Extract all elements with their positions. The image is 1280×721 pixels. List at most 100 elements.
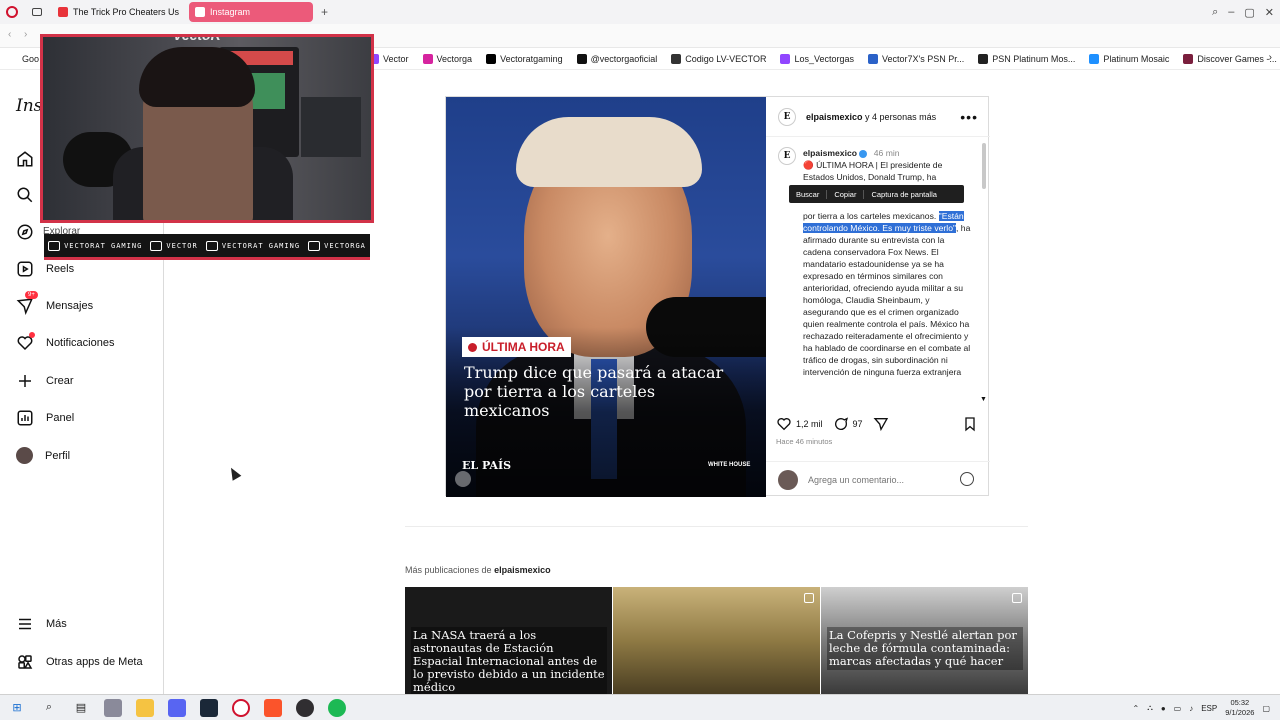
instagram-logo[interactable]: Ins xyxy=(16,96,42,116)
comment-input[interactable] xyxy=(808,474,938,485)
bookmark-item[interactable]: Los_Vectorgas xyxy=(780,53,854,64)
windows-taskbar: ⊞ ⌕ ▤ ⌃ ⛬ ● ▭ ♪ ESP 05:32 9/1/2026 ▢ xyxy=(0,694,1280,720)
caption-text-rest: , ha afirmado durante su entrevista con … xyxy=(803,223,971,377)
new-tab-icon[interactable]: + xyxy=(321,5,328,19)
context-copy[interactable]: Copiar xyxy=(827,189,865,199)
account-avatar[interactable]: E xyxy=(778,107,796,126)
file-explorer-icon[interactable] xyxy=(136,698,154,717)
carousel-icon xyxy=(804,593,814,603)
sidebar-item-mas[interactable]: Más xyxy=(16,615,67,633)
post-caption: E elpaismexico 46 min 🔴 ÚLTIMA HORA | El… xyxy=(766,143,982,405)
network-icon[interactable]: ⛬ xyxy=(1147,703,1153,713)
instagram-icon xyxy=(422,53,433,64)
sidebar-item-reels[interactable]: Reels xyxy=(16,260,74,278)
social-youtube: VECTORAT GAMING xyxy=(48,240,142,251)
verified-icon xyxy=(859,149,868,158)
post-image[interactable]: ÚLTIMA HORA Trump dice que pasará a atac… xyxy=(446,97,766,497)
bookmark-item[interactable]: Vectoratgaming xyxy=(486,53,563,64)
bookmark-partial[interactable]: Goo xyxy=(22,54,39,64)
tab-youtube[interactable]: The Trick Pro Cheaters Us xyxy=(52,2,185,22)
reels-icon xyxy=(17,261,33,277)
bookmark-item[interactable]: Vector xyxy=(369,53,409,64)
post-thumbnail[interactable]: La Cofepris y Nestlé alertan por leche d… xyxy=(821,587,1028,694)
discord-icon[interactable] xyxy=(168,698,186,717)
bookmark-item[interactable]: Vector7X's PSN Pr... xyxy=(868,53,964,64)
language-indicator[interactable]: ESP xyxy=(1201,704,1217,713)
chevron-up-icon[interactable]: ⌃ xyxy=(1133,704,1140,713)
social-instagram: VECTORGA xyxy=(308,240,366,251)
bookmark-icon[interactable] xyxy=(962,416,978,432)
tagged-people-icon[interactable] xyxy=(455,471,471,487)
text-context-menu: Buscar Copiar Captura de pantalla xyxy=(789,185,964,203)
task-view-icon[interactable]: ▤ xyxy=(72,699,90,717)
windows-start-icon[interactable]: ⊞ xyxy=(8,699,26,717)
youtube-icon xyxy=(48,240,61,251)
clock[interactable]: 05:32 9/1/2026 xyxy=(1225,698,1254,718)
app-icon[interactable] xyxy=(104,698,122,717)
comment-button[interactable]: 97 xyxy=(833,416,863,432)
sidebar-item-explorar[interactable] xyxy=(16,223,34,241)
search-icon[interactable]: ⌕ xyxy=(1212,6,1218,19)
volume-icon[interactable]: ♪ xyxy=(1189,704,1193,713)
bookmark-item[interactable]: Vectorga xyxy=(422,53,472,64)
brave-icon[interactable] xyxy=(264,698,282,717)
comment-count: 97 xyxy=(852,419,863,429)
sidebar-item-notificaciones[interactable]: Notificaciones xyxy=(16,332,114,352)
more-options-icon[interactable]: ••• xyxy=(960,109,978,125)
opera-logo-icon[interactable] xyxy=(6,6,18,18)
account-name[interactable]: elpaismexico xyxy=(806,112,863,122)
steam-icon[interactable] xyxy=(200,698,218,717)
thumbnail-caption: La NASA traerá a los astronautas de Esta… xyxy=(411,627,607,694)
notifications-icon[interactable]: ▢ xyxy=(1262,704,1270,713)
send-icon xyxy=(873,418,888,432)
globe-icon xyxy=(1089,53,1100,64)
sidebar-item-search[interactable] xyxy=(16,186,34,204)
share-button[interactable] xyxy=(873,416,889,432)
scroll-down-icon[interactable]: ▼ xyxy=(980,396,987,403)
sidebar-item-perfil[interactable]: Perfil xyxy=(16,447,70,464)
close-icon[interactable]: ✕ xyxy=(1265,6,1274,19)
more-posts-title: Más publicaciones de elpaismexico xyxy=(405,565,551,575)
opera-icon[interactable] xyxy=(232,698,250,717)
search-icon[interactable]: ⌕ xyxy=(40,699,58,717)
caption-scrollbar[interactable] xyxy=(982,143,987,405)
like-button[interactable]: 1,2 mil xyxy=(776,416,823,432)
webcam-overlay: VectoR xyxy=(40,34,374,223)
sidebar-item-home[interactable] xyxy=(16,150,34,168)
minimize-icon[interactable]: – xyxy=(1228,6,1234,18)
spotify-icon[interactable] xyxy=(328,698,346,717)
obs-icon[interactable] xyxy=(296,698,314,717)
sidebar-item-crear[interactable]: Crear xyxy=(16,372,74,390)
forward-icon[interactable]: › xyxy=(24,29,27,40)
sidebar-item-label: Otras apps de Meta xyxy=(46,656,143,668)
post-thumbnail[interactable]: La NASA traerá a los astronautas de Esta… xyxy=(405,587,612,694)
sidebar-item-mensajes[interactable]: 9+ Mensajes xyxy=(16,291,93,316)
context-search[interactable]: Buscar xyxy=(789,189,828,199)
twitter-icon xyxy=(205,240,218,251)
more-posts-account[interactable]: elpaismexico xyxy=(494,565,551,575)
caption-avatar[interactable]: E xyxy=(778,147,796,165)
bookmark-item[interactable]: @vectorgaoficial xyxy=(576,53,657,64)
compass-icon xyxy=(17,224,33,240)
bookmark-item[interactable]: Platinum Mosaic xyxy=(1089,53,1169,64)
tab-label: The Trick Pro Cheaters Us xyxy=(73,7,180,17)
sidebar-item-panel[interactable]: Panel xyxy=(16,409,74,427)
display-icon[interactable]: ▭ xyxy=(1174,704,1182,713)
caption-account[interactable]: elpaismexico xyxy=(803,148,857,158)
tab-list-icon[interactable] xyxy=(32,8,42,16)
post-thumbnail[interactable] xyxy=(613,587,820,694)
emoji-icon[interactable] xyxy=(960,472,974,486)
bookmarks-overflow-icon[interactable]: › xyxy=(1269,52,1272,63)
tab-instagram[interactable]: Instagram xyxy=(189,2,314,22)
context-screenshot[interactable]: Captura de pantalla xyxy=(864,190,943,199)
bookmark-item[interactable]: PSN Platinum Mos... xyxy=(978,53,1075,64)
sidebar-item-meta-apps[interactable]: Otras apps de Meta xyxy=(16,653,143,671)
maximize-icon[interactable]: ▢ xyxy=(1244,6,1254,19)
twitch-icon xyxy=(150,240,163,251)
bookmark-item[interactable]: Codigo LV-VECTOR xyxy=(671,53,766,64)
mic-icon[interactable]: ● xyxy=(1161,704,1166,713)
collaborators[interactable]: y 4 personas más xyxy=(865,112,936,122)
photo-credit: WHITE HOUSE xyxy=(708,462,751,468)
back-icon[interactable]: ‹ xyxy=(8,29,11,40)
bookmark-item[interactable]: Discover Games -... xyxy=(1183,53,1277,64)
